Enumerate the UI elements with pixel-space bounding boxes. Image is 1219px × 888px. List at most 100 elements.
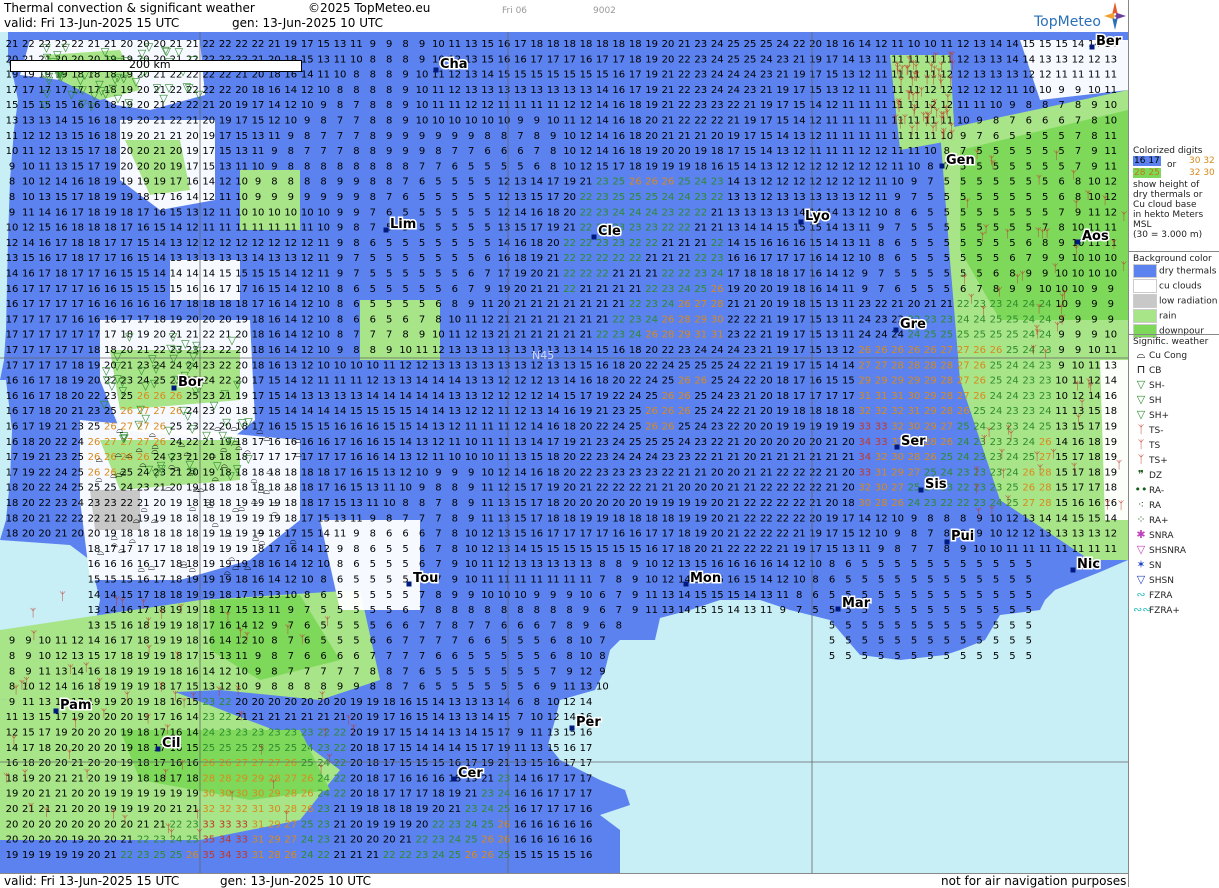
- thermal-value: 17: [120, 636, 133, 647]
- thermal-value: 16: [760, 559, 773, 570]
- thermal-value: 18: [252, 360, 265, 371]
- thunder-icon: ᛉ: [939, 114, 946, 127]
- thermal-value: 9: [878, 223, 884, 234]
- thermal-value: 14: [514, 467, 527, 478]
- thermal-value: 5: [993, 559, 999, 570]
- cu-cong-icon: ⌓: [189, 467, 196, 477]
- thermal-value: 11: [6, 712, 19, 723]
- thermal-value: 6: [452, 651, 458, 662]
- thermal-value: 21: [744, 391, 757, 402]
- thermal-value: 14: [842, 54, 855, 65]
- thermal-value: 18: [137, 743, 150, 754]
- thermal-value: 21: [596, 314, 609, 325]
- thermal-value: 20: [88, 743, 101, 754]
- thermal-value: 5: [976, 559, 982, 570]
- shower-icon: ▽: [137, 364, 146, 377]
- thermal-value: 13: [1104, 360, 1117, 371]
- thermal-value: 8: [566, 651, 572, 662]
- thermal-value: 22: [563, 269, 576, 280]
- thermal-value: 16: [580, 804, 593, 815]
- thermal-value: 7: [927, 544, 933, 555]
- thermal-value: 19: [202, 131, 215, 142]
- thermal-value: 21: [71, 406, 84, 417]
- thermal-value: 23: [694, 192, 707, 203]
- thermal-value: 16: [809, 269, 822, 280]
- thermal-value: 19: [202, 544, 215, 555]
- thermal-value: 8: [435, 146, 441, 157]
- thermal-value: 5: [812, 605, 818, 616]
- thermal-value: 27: [268, 758, 281, 769]
- thermal-value: 11: [514, 100, 527, 111]
- thermal-value: 21: [678, 467, 691, 478]
- thermal-value: 13: [252, 131, 265, 142]
- thermal-value: 12: [858, 177, 871, 188]
- thermal-value: 10: [1088, 177, 1101, 188]
- thermal-value: 10: [875, 207, 888, 218]
- thermal-value: 19: [596, 513, 609, 524]
- thermal-value: 5: [862, 559, 868, 570]
- thermal-value: 8: [616, 575, 622, 586]
- thermal-value: 21: [301, 712, 314, 723]
- thermal-value: 24: [711, 85, 724, 96]
- thermal-value: 6: [894, 238, 900, 249]
- thermal-value: 5: [960, 223, 966, 234]
- thermal-value: 28: [875, 498, 888, 509]
- thermal-value: 14: [514, 207, 527, 218]
- thermal-value: 12: [793, 559, 806, 570]
- thermal-value: 23: [694, 39, 707, 50]
- thermal-value: 8: [353, 223, 359, 234]
- thermal-value: 13: [22, 116, 35, 127]
- thermal-value: 5: [993, 192, 999, 203]
- thermal-value: 13: [186, 207, 199, 218]
- thermal-value: 16: [645, 544, 658, 555]
- thermal-value: 9: [1091, 100, 1097, 111]
- thermal-value: 7: [337, 131, 343, 142]
- thermal-value: 20: [350, 789, 363, 800]
- thermal-value: 17: [826, 529, 839, 540]
- thermal-value: 7: [468, 146, 474, 157]
- thermal-value: 19: [744, 116, 757, 127]
- map-area[interactable]: 21 22 22 22 22 21 21 20 20 20 21 21 22 22 22 22 21 19 17 15…: [0, 32, 1128, 873]
- thermal-value: 17: [580, 789, 593, 800]
- thermal-value: 5: [517, 682, 523, 693]
- thermal-value: 20: [55, 406, 68, 417]
- thermal-value: 16: [612, 85, 625, 96]
- thermal-value: 19: [514, 269, 527, 280]
- thermal-value: 8: [271, 177, 277, 188]
- thermal-value: 19: [678, 498, 691, 509]
- thermal-value: 25: [1006, 345, 1019, 356]
- thermal-value: 5: [862, 651, 868, 662]
- thermal-value: 10: [498, 116, 511, 127]
- thermal-value: 23: [153, 835, 166, 846]
- city-label: Ber: [1096, 34, 1122, 49]
- thermal-value: 18: [170, 575, 183, 586]
- thermal-value: 13: [547, 376, 560, 387]
- thermal-value: 17: [38, 299, 51, 310]
- thermal-value: 24: [629, 391, 642, 402]
- thermal-value: 14: [481, 70, 494, 81]
- thermal-value: 9: [353, 529, 359, 540]
- thermal-value: 10: [301, 575, 314, 586]
- thermal-value: 9: [599, 666, 605, 677]
- thermal-value: 24: [301, 850, 314, 861]
- thermal-value: 17: [153, 575, 166, 586]
- thermal-value: 18: [219, 299, 232, 310]
- thermal-value: 5: [468, 238, 474, 249]
- thermal-value: 18: [137, 773, 150, 784]
- thermal-value: 16: [416, 773, 429, 784]
- thermal-value: 16: [6, 422, 19, 433]
- shower-icon: ▽: [188, 423, 197, 436]
- thermal-value: 6: [370, 636, 376, 647]
- map-svg[interactable]: 21 22 22 22 22 21 21 20 20 20 21 21 22 22 22 22 21 19 17 15…: [0, 32, 1128, 873]
- thermal-value: 21: [186, 116, 199, 127]
- thermal-value: 31: [252, 804, 265, 815]
- thermal-value: 13: [498, 360, 511, 371]
- thermal-value: 20: [186, 131, 199, 142]
- thermal-value: 18: [153, 529, 166, 540]
- legend-background: Background color dry thermals cu clouds lo…: [1133, 254, 1217, 339]
- thermal-value: 29: [891, 467, 904, 478]
- thermal-value: 8: [304, 590, 310, 601]
- thermal-value: 7: [1075, 116, 1081, 127]
- thermal-value: 15: [366, 406, 379, 417]
- legend-line-7: (30 = 3.000 m): [1133, 230, 1219, 240]
